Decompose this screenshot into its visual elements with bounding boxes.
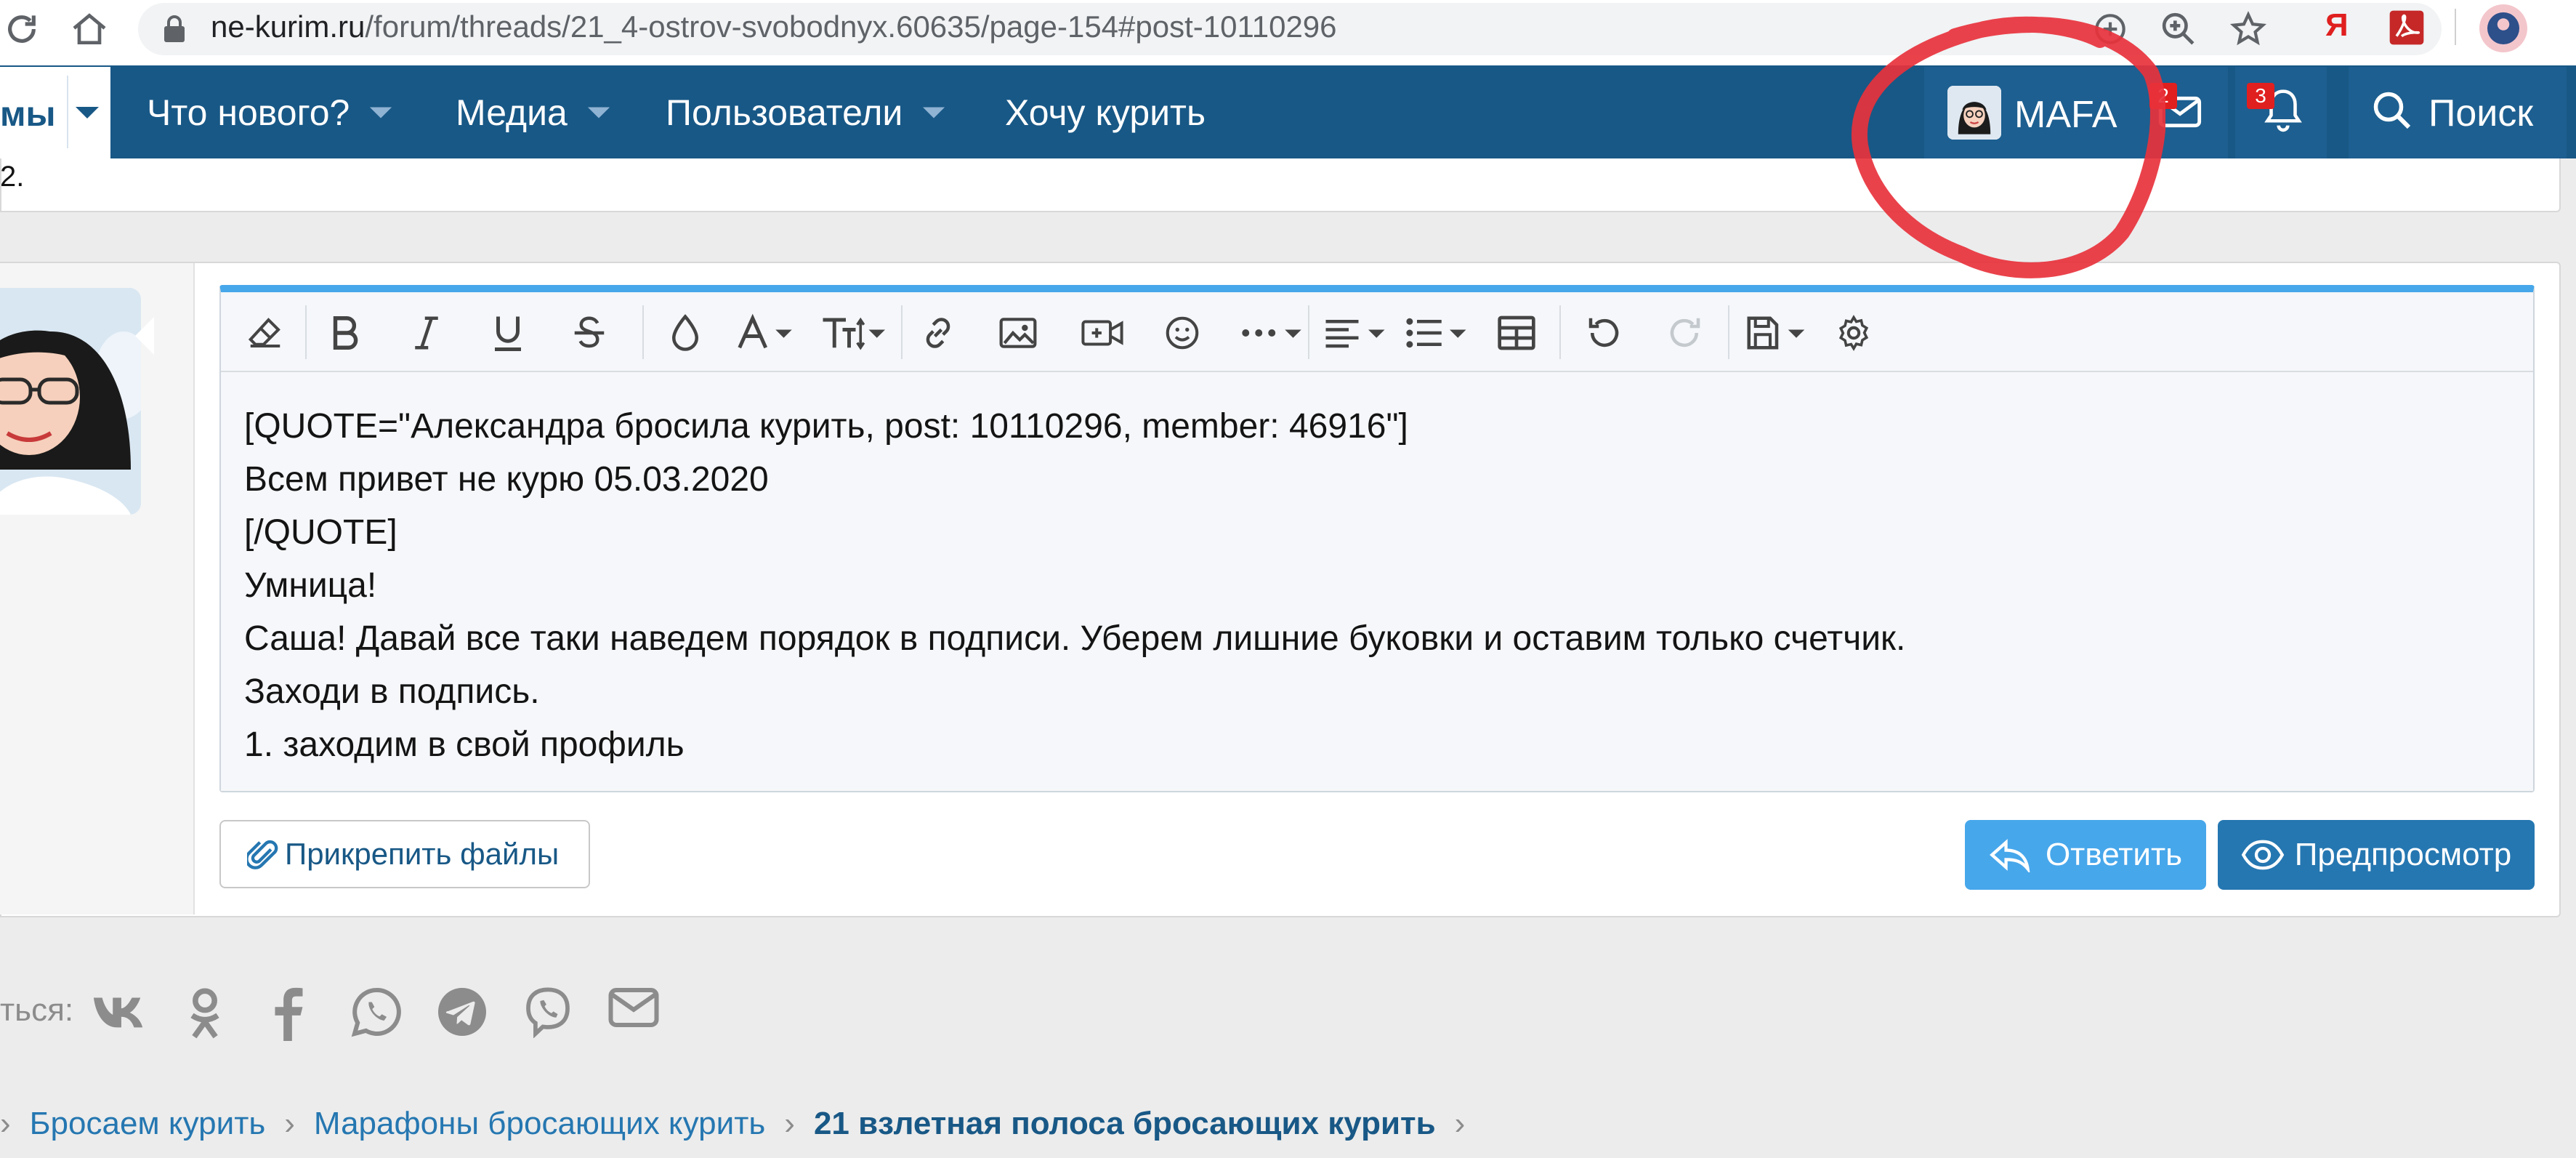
previous-post-text: 2.	[0, 161, 25, 193]
url-text[interactable]: ne-kurim.ru/forum/threads/21_4-ostrov-sv…	[211, 8, 1337, 46]
bookmark-star-icon[interactable]	[2228, 9, 2269, 49]
smilie-icon[interactable]	[1152, 305, 1212, 361]
paperclip-icon	[247, 835, 279, 873]
reload-icon[interactable]	[1, 9, 42, 49]
align-icon[interactable]	[1317, 305, 1394, 361]
editor-line: Всем привет не курю 05.03.2020	[244, 460, 769, 499]
home-icon[interactable]	[69, 9, 110, 49]
image-icon[interactable]	[988, 305, 1048, 361]
telegram-icon[interactable]	[436, 986, 488, 1038]
attach-files-label: Прикрепить файлы	[285, 837, 560, 871]
nav-media-label: Медиа	[456, 92, 568, 133]
toolbar-separator	[642, 305, 644, 359]
email-icon[interactable]	[607, 986, 660, 1029]
nav-members-label: Пользователи	[666, 92, 903, 133]
reply-icon	[1989, 837, 2032, 872]
eye-icon	[2241, 839, 2285, 871]
chevron-down-icon[interactable]	[586, 105, 611, 120]
editor-line: Заходи в подпись.	[244, 672, 540, 711]
nav-want-to-smoke[interactable]: Хочу курить	[1005, 67, 1206, 158]
pdf-extension-icon[interactable]	[2386, 7, 2427, 48]
preview-button[interactable]: Предпросмотр	[2218, 820, 2535, 890]
italic-icon[interactable]	[397, 305, 456, 361]
nav-tab-forums-label[interactable]: мы	[0, 95, 56, 135]
link-icon[interactable]	[908, 305, 968, 361]
editor-line: Саша! Давай все таки наведем порядок в п…	[244, 619, 1906, 658]
editor-line: [/QUOTE]	[244, 513, 397, 552]
font-size-icon[interactable]	[814, 305, 891, 361]
share-label: ться:	[0, 992, 74, 1028]
font-family-icon[interactable]	[731, 305, 804, 361]
editor-line: 1. заходим в свой профиль	[244, 725, 685, 764]
undo-icon[interactable]	[1574, 305, 1634, 361]
reply-submit-label: Ответить	[2045, 837, 2183, 872]
yandex-extension-icon[interactable]: Я	[2325, 7, 2349, 44]
url-path: /forum/threads/21_4-ostrov-svobodnyx.606…	[365, 9, 1337, 44]
strikethrough-icon[interactable]	[560, 305, 619, 361]
viber-icon[interactable]	[522, 986, 574, 1038]
attach-files-button[interactable]: Прикрепить файлы	[219, 820, 590, 888]
red-circle-annotation	[1846, 7, 2165, 284]
breadcrumb-separator: ›	[1454, 1106, 1466, 1141]
breadcrumb-separator: ›	[0, 1106, 11, 1141]
toolbar-separator	[1559, 305, 1561, 359]
nav-media[interactable]: Медиа	[456, 67, 611, 158]
breadcrumb-item-current[interactable]: 21 взлетная полоса бросающих курить	[814, 1103, 1436, 1144]
editor-line: Умница!	[244, 566, 377, 605]
alerts-count-badge: 3	[2247, 83, 2274, 109]
nav-whats-new-label: Что нового?	[147, 92, 350, 133]
bold-icon[interactable]	[315, 305, 375, 361]
more-options-icon[interactable]	[1231, 305, 1309, 361]
clear-formatting-icon[interactable]	[235, 305, 295, 361]
text-color-icon[interactable]	[655, 305, 715, 361]
url-domain: ne-kurim.ru	[211, 9, 366, 44]
redo-icon	[1655, 305, 1715, 361]
list-icon[interactable]	[1398, 305, 1475, 361]
nav-members[interactable]: Пользователи	[666, 67, 946, 158]
breadcrumb-item[interactable]: Бросаем курить	[30, 1103, 266, 1144]
media-icon[interactable]	[1073, 305, 1132, 361]
toolbar-separator	[305, 305, 307, 359]
message-arrow	[135, 317, 154, 355]
chevron-down-icon[interactable]	[921, 105, 946, 120]
breadcrumb-separator: ›	[784, 1106, 795, 1141]
chevron-down-icon[interactable]	[368, 105, 393, 120]
toolbar-separator	[1308, 305, 1309, 359]
breadcrumb: › Бросаем курить › Марафоны бросающих ку…	[0, 1103, 1484, 1144]
toolbar-separator	[1728, 305, 1729, 359]
user-avatar[interactable]	[0, 288, 141, 515]
toolbar-divider	[2455, 9, 2456, 45]
editor-line: [QUOTE="Александра бросила курить, post:…	[244, 407, 1408, 446]
table-icon[interactable]	[1487, 305, 1546, 361]
lock-icon[interactable]	[161, 15, 187, 44]
whatsapp-icon[interactable]	[350, 986, 403, 1038]
toolbar-separator	[901, 305, 903, 359]
chevron-down-icon[interactable]	[74, 105, 100, 120]
preview-label: Предпросмотр	[2294, 837, 2512, 872]
breadcrumb-separator: ›	[284, 1106, 295, 1141]
vk-icon[interactable]	[92, 986, 147, 1035]
reply-submit-button[interactable]: Ответить	[1965, 820, 2206, 890]
nav-want-to-smoke-label: Хочу курить	[1005, 92, 1206, 133]
search-icon[interactable]	[2370, 89, 2414, 132]
previous-post-bottom	[0, 158, 2561, 212]
odnoklassniki-icon[interactable]	[180, 986, 230, 1041]
profile-avatar[interactable]	[2479, 4, 2527, 52]
nav-whats-new[interactable]: Что нового?	[147, 67, 393, 158]
settings-gear-icon[interactable]	[1824, 305, 1883, 361]
nav-tab-divider	[67, 76, 68, 148]
drafts-icon[interactable]	[1738, 305, 1815, 361]
search-label[interactable]: Поиск	[2428, 92, 2533, 135]
facebook-icon[interactable]	[266, 986, 310, 1041]
breadcrumb-item[interactable]: Марафоны бросающих курить	[314, 1103, 765, 1144]
underline-icon[interactable]	[478, 305, 538, 361]
editor-content[interactable]: [QUOTE="Александра бросила курить, post:…	[244, 400, 1905, 771]
